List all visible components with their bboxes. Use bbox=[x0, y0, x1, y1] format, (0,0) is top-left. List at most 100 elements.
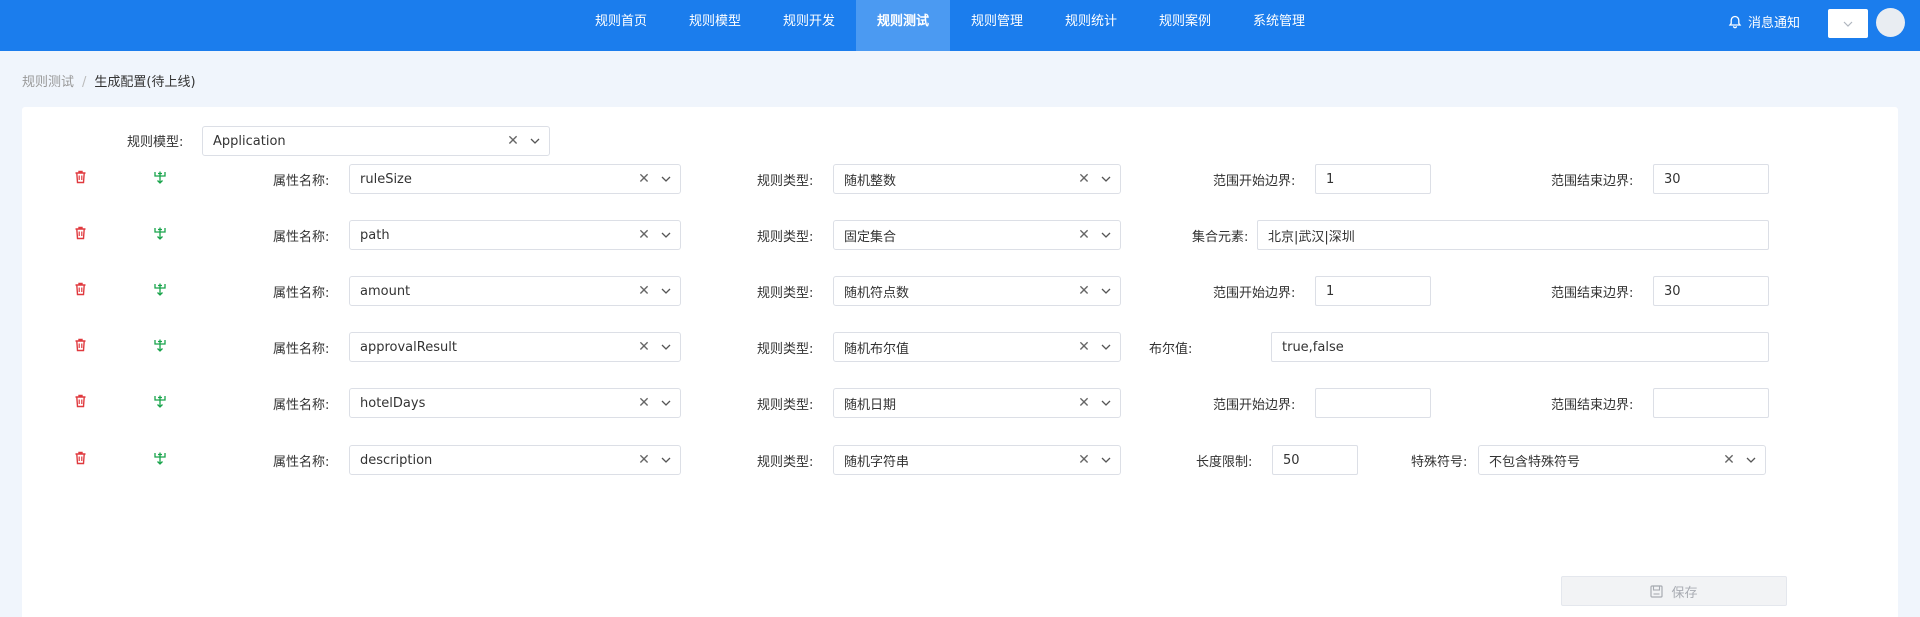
attr-name-label: 属性名称: bbox=[273, 230, 330, 245]
nav-item-rule-dev[interactable]: 规则开发 bbox=[762, 0, 856, 51]
clear-icon[interactable]: ✕ bbox=[1076, 227, 1092, 243]
attr-name-value: description bbox=[360, 452, 433, 468]
nav-item-system-manage[interactable]: 系统管理 bbox=[1232, 0, 1326, 51]
model-select-value: Application bbox=[213, 133, 286, 149]
top-nav-bar: 规则首页 规则模型 规则开发 规则测试 规则管理 规则统计 规则案例 系统管理 … bbox=[0, 0, 1920, 51]
special-chars-label: 特殊符号: bbox=[1411, 455, 1468, 470]
clear-icon[interactable]: ✕ bbox=[636, 452, 652, 468]
attr-name-select[interactable]: hotelDays ✕ bbox=[349, 388, 681, 418]
attr-name-select[interactable]: amount ✕ bbox=[349, 276, 681, 306]
set-elements-value: 北京|武汉|深圳 bbox=[1268, 229, 1355, 245]
rule-type-value: 随机符点数 bbox=[844, 285, 910, 301]
clear-icon[interactable]: ✕ bbox=[1076, 283, 1092, 299]
chevron-down-icon bbox=[656, 344, 676, 350]
nav-item-rule-manage[interactable]: 规则管理 bbox=[950, 0, 1044, 51]
clear-icon[interactable]: ✕ bbox=[636, 283, 652, 299]
delete-row-button[interactable] bbox=[70, 393, 90, 413]
add-row-button[interactable] bbox=[150, 169, 170, 189]
rule-type-select[interactable]: 随机布尔值 ✕ bbox=[833, 332, 1121, 362]
range-start-input[interactable]: 1 bbox=[1315, 276, 1431, 306]
delete-row-button[interactable] bbox=[70, 225, 90, 245]
add-branch-icon bbox=[153, 338, 167, 356]
special-chars-value: 不包含特殊符号 bbox=[1489, 454, 1581, 470]
nav-item-rule-test[interactable]: 规则测试 bbox=[856, 0, 950, 51]
rule-type-label: 规则类型: bbox=[757, 342, 814, 357]
avatar[interactable] bbox=[1876, 8, 1905, 37]
chevron-down-icon bbox=[1096, 400, 1116, 406]
delete-row-button[interactable] bbox=[70, 337, 90, 357]
clear-icon[interactable]: ✕ bbox=[1076, 339, 1092, 355]
range-end-input[interactable]: 30 bbox=[1653, 164, 1769, 194]
rule-type-label: 规则类型: bbox=[757, 398, 814, 413]
range-start-input[interactable] bbox=[1315, 388, 1431, 418]
trash-icon bbox=[74, 451, 87, 469]
nav-item-rule-model[interactable]: 规则模型 bbox=[668, 0, 762, 51]
add-row-button[interactable] bbox=[150, 281, 170, 301]
delete-row-button[interactable] bbox=[70, 169, 90, 189]
nav-item-rule-cases[interactable]: 规则案例 bbox=[1138, 0, 1232, 51]
clear-icon[interactable]: ✕ bbox=[505, 133, 521, 149]
chevron-down-icon bbox=[1096, 232, 1116, 238]
clear-icon[interactable]: ✕ bbox=[1076, 171, 1092, 187]
add-branch-icon bbox=[153, 170, 167, 188]
clear-icon[interactable]: ✕ bbox=[1076, 395, 1092, 411]
config-card: 规则模型: Application ✕ 属性名称: ruleSize ✕ 规则类型: 随… bbox=[22, 107, 1898, 617]
bool-value-label: 布尔值: bbox=[1149, 342, 1193, 357]
range-start-value: 1 bbox=[1326, 283, 1335, 299]
length-limit-input[interactable]: 50 bbox=[1272, 445, 1358, 475]
user-select[interactable] bbox=[1828, 9, 1868, 38]
trash-icon bbox=[74, 170, 87, 188]
add-row-button[interactable] bbox=[150, 450, 170, 470]
delete-row-button[interactable] bbox=[70, 281, 90, 301]
range-start-input[interactable]: 1 bbox=[1315, 164, 1431, 194]
chevron-down-icon bbox=[1843, 21, 1853, 27]
rule-type-select[interactable]: 随机日期 ✕ bbox=[833, 388, 1121, 418]
trash-icon bbox=[74, 338, 87, 356]
add-row-button[interactable] bbox=[150, 225, 170, 245]
rule-type-select[interactable]: 随机字符串 ✕ bbox=[833, 445, 1121, 475]
rule-type-select[interactable]: 随机整数 ✕ bbox=[833, 164, 1121, 194]
trash-icon bbox=[74, 226, 87, 244]
clear-icon[interactable]: ✕ bbox=[636, 171, 652, 187]
range-end-input[interactable] bbox=[1653, 388, 1769, 418]
trash-icon bbox=[74, 282, 87, 300]
attr-name-select[interactable]: ruleSize ✕ bbox=[349, 164, 681, 194]
attr-name-select[interactable]: description ✕ bbox=[349, 445, 681, 475]
add-branch-icon bbox=[153, 282, 167, 300]
model-select[interactable]: Application ✕ bbox=[202, 126, 550, 156]
nav-item-rule-home[interactable]: 规则首页 bbox=[574, 0, 668, 51]
clear-icon[interactable]: ✕ bbox=[636, 395, 652, 411]
nav-item-rule-stats[interactable]: 规则统计 bbox=[1044, 0, 1138, 51]
rule-type-value: 固定集合 bbox=[844, 229, 897, 245]
range-start-label: 范围开始边界: bbox=[1213, 398, 1296, 413]
range-end-input[interactable]: 30 bbox=[1653, 276, 1769, 306]
chevron-down-icon bbox=[656, 232, 676, 238]
range-start-value: 1 bbox=[1326, 171, 1335, 187]
attr-name-select[interactable]: path ✕ bbox=[349, 220, 681, 250]
clear-icon[interactable]: ✕ bbox=[1076, 452, 1092, 468]
rule-type-value: 随机布尔值 bbox=[844, 341, 910, 357]
delete-row-button[interactable] bbox=[70, 450, 90, 470]
attr-name-select[interactable]: approvalResult ✕ bbox=[349, 332, 681, 362]
trash-icon bbox=[74, 394, 87, 412]
breadcrumb-separator: / bbox=[82, 75, 87, 90]
rule-type-select[interactable]: 固定集合 ✕ bbox=[833, 220, 1121, 250]
bool-value-input[interactable]: true,false bbox=[1271, 332, 1769, 362]
rule-type-select[interactable]: 随机符点数 ✕ bbox=[833, 276, 1121, 306]
rule-type-value: 随机整数 bbox=[844, 173, 897, 189]
save-icon bbox=[1650, 584, 1664, 598]
notification-link[interactable]: 消息通知 bbox=[1728, 0, 1800, 43]
clear-icon[interactable]: ✕ bbox=[636, 339, 652, 355]
breadcrumb-parent[interactable]: 规则测试 bbox=[22, 75, 74, 90]
chevron-down-icon bbox=[656, 457, 676, 463]
chevron-down-icon bbox=[656, 176, 676, 182]
chevron-down-icon bbox=[525, 138, 545, 144]
add-row-button[interactable] bbox=[150, 337, 170, 357]
special-chars-select[interactable]: 不包含特殊符号 ✕ bbox=[1478, 445, 1766, 475]
clear-icon[interactable]: ✕ bbox=[636, 227, 652, 243]
clear-icon[interactable]: ✕ bbox=[1721, 452, 1737, 468]
add-row-button[interactable] bbox=[150, 393, 170, 413]
save-label: 保存 bbox=[1671, 585, 1698, 601]
save-button[interactable]: 保存 bbox=[1561, 576, 1787, 606]
set-elements-input[interactable]: 北京|武汉|深圳 bbox=[1257, 220, 1769, 250]
